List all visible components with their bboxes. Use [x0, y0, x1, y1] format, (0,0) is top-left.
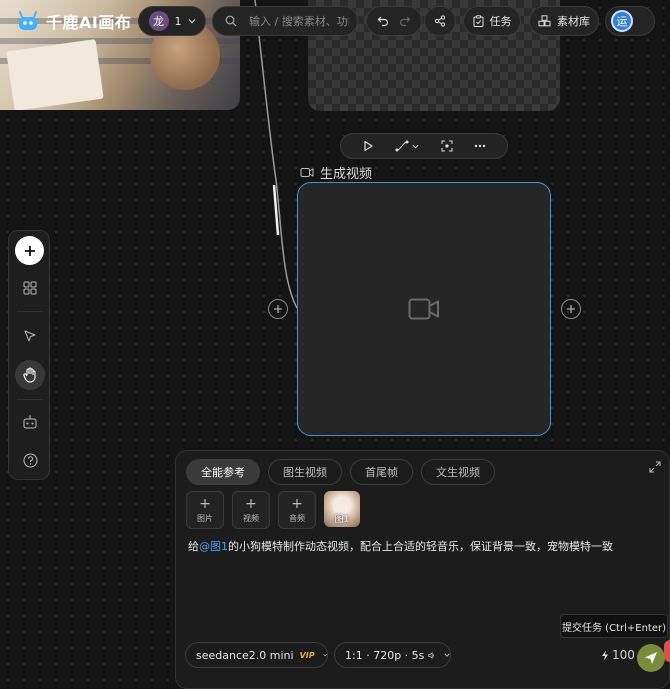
help-circle-icon — [23, 453, 37, 467]
video-settings-text: 1:1 · 720p · 5s — [345, 648, 425, 662]
chevron-down-icon — [444, 653, 450, 657]
credit-cost: 100 — [601, 648, 635, 662]
select-tool-button[interactable] — [15, 321, 45, 351]
chevron-down-icon — [322, 653, 327, 657]
undo-icon[interactable] — [377, 15, 389, 27]
ai-assistant-button[interactable] — [15, 407, 45, 437]
plus-icon — [567, 305, 575, 313]
input-port-add[interactable] — [268, 299, 288, 319]
video-node[interactable] — [297, 182, 551, 436]
curve-icon — [395, 140, 409, 152]
more-icon[interactable] — [474, 144, 486, 148]
chevron-down-icon — [412, 144, 419, 149]
add-image-button[interactable]: + 图片 — [186, 491, 224, 529]
plus-icon: + — [245, 495, 257, 512]
cubes-icon — [538, 15, 551, 27]
clipboard-icon — [473, 15, 483, 27]
model-select[interactable]: seedance2.0 mini VIP — [185, 642, 328, 668]
submit-task-button[interactable] — [637, 644, 665, 672]
prompt-suffix: 的小狗模特制作动态视频，配合上合适的轻音乐，保证背景一致，宠物模特一致 — [228, 540, 613, 553]
prompt-prefix: 给 — [188, 540, 199, 553]
video-settings-select[interactable]: 1:1 · 720p · 5s — [334, 642, 451, 668]
search-input[interactable] — [249, 14, 349, 28]
video-node-header: 生成视频 — [300, 163, 372, 182]
video-placeholder-icon — [408, 298, 439, 320]
connection-style-dropdown[interactable] — [395, 140, 419, 152]
model-name: seedance2.0 mini — [196, 648, 294, 662]
reference-image-label: 图1 — [334, 515, 350, 525]
left-toolbar — [8, 230, 50, 480]
task-button[interactable]: 任务 — [463, 6, 521, 36]
app-title: 千鹿AI画布 — [46, 13, 132, 32]
chevron-down-icon — [188, 19, 195, 24]
generation-mode-tabs: 全能参考 图生视频 首尾帧 文生视频 — [186, 459, 495, 485]
generation-panel: 全能参考 图生视频 首尾帧 文生视频 + 图片 + 视频 + 音频 图1 给@图… — [175, 450, 670, 689]
app-logo[interactable]: 千鹿AI画布 写 — [16, 8, 149, 34]
tab-all-reference[interactable]: 全能参考 — [186, 459, 260, 485]
share-icon — [434, 15, 446, 27]
credit-value: 100 — [612, 648, 635, 662]
deer-logo-icon — [16, 10, 40, 32]
prompt-text[interactable]: 给@图1的小狗模特制作动态视频，配合上合适的轻音乐，保证背景一致，宠物模特一致 — [188, 538, 613, 554]
video-node-title: 生成视频 — [320, 167, 373, 182]
video-camera-icon — [300, 168, 314, 177]
share-button[interactable] — [424, 6, 456, 36]
profile-avatar: 运 — [611, 10, 633, 32]
robot-icon — [23, 415, 37, 429]
add-image-label: 图片 — [197, 513, 213, 523]
add-audio-button[interactable]: + 音频 — [278, 491, 316, 529]
profile-menu[interactable]: 运 — [605, 6, 655, 36]
tab-first-last-frame[interactable]: 首尾帧 — [350, 459, 413, 485]
plus-icon — [24, 245, 35, 256]
search-bar[interactable] — [212, 6, 358, 36]
library-label: 素材库 — [557, 15, 590, 28]
plus-icon — [274, 305, 282, 313]
notification-badge[interactable] — [664, 640, 670, 662]
grid-view-button[interactable] — [15, 273, 45, 303]
reference-image-thumbnail[interactable]: 图1 — [324, 491, 360, 527]
add-node-button[interactable] — [15, 236, 44, 265]
add-audio-label: 音频 — [289, 513, 305, 523]
tab-text-to-video[interactable]: 文生视频 — [421, 459, 495, 485]
help-button[interactable] — [15, 445, 45, 475]
send-icon — [645, 652, 657, 664]
prompt-mention[interactable]: @图1 — [199, 540, 228, 553]
add-video-button[interactable]: + 视频 — [232, 491, 270, 529]
submit-tooltip: 提交任务 (Ctrl+Enter) — [560, 614, 668, 638]
cursor-arrow-icon — [24, 330, 36, 342]
task-label: 任务 — [489, 15, 512, 28]
hand-icon — [23, 367, 36, 383]
sound-icon — [428, 651, 435, 659]
library-button[interactable]: 素材库 — [529, 6, 599, 36]
expand-icon[interactable] — [649, 461, 661, 473]
play-icon[interactable] — [362, 140, 374, 152]
plus-icon: + — [199, 495, 211, 512]
hand-tool-button[interactable] — [15, 360, 45, 390]
collaborators-button[interactable]: 龙 1 — [138, 6, 206, 36]
focus-icon[interactable] — [441, 140, 453, 152]
output-port-add[interactable] — [561, 299, 581, 319]
plus-icon: + — [291, 495, 303, 512]
toolbar-divider — [17, 399, 43, 400]
lightning-icon — [602, 650, 608, 660]
search-icon — [225, 15, 237, 27]
user-avatar: 龙 — [148, 11, 169, 31]
vip-badge: VIP — [299, 650, 315, 660]
history-controls — [366, 6, 422, 36]
node-toolbar — [340, 133, 508, 159]
user-count: 1 — [174, 14, 182, 28]
tab-image-to-video[interactable]: 图生视频 — [268, 459, 342, 485]
add-video-label: 视频 — [243, 513, 259, 523]
grid-icon — [23, 281, 37, 295]
toolbar-divider — [17, 311, 43, 312]
redo-icon[interactable] — [399, 15, 411, 27]
